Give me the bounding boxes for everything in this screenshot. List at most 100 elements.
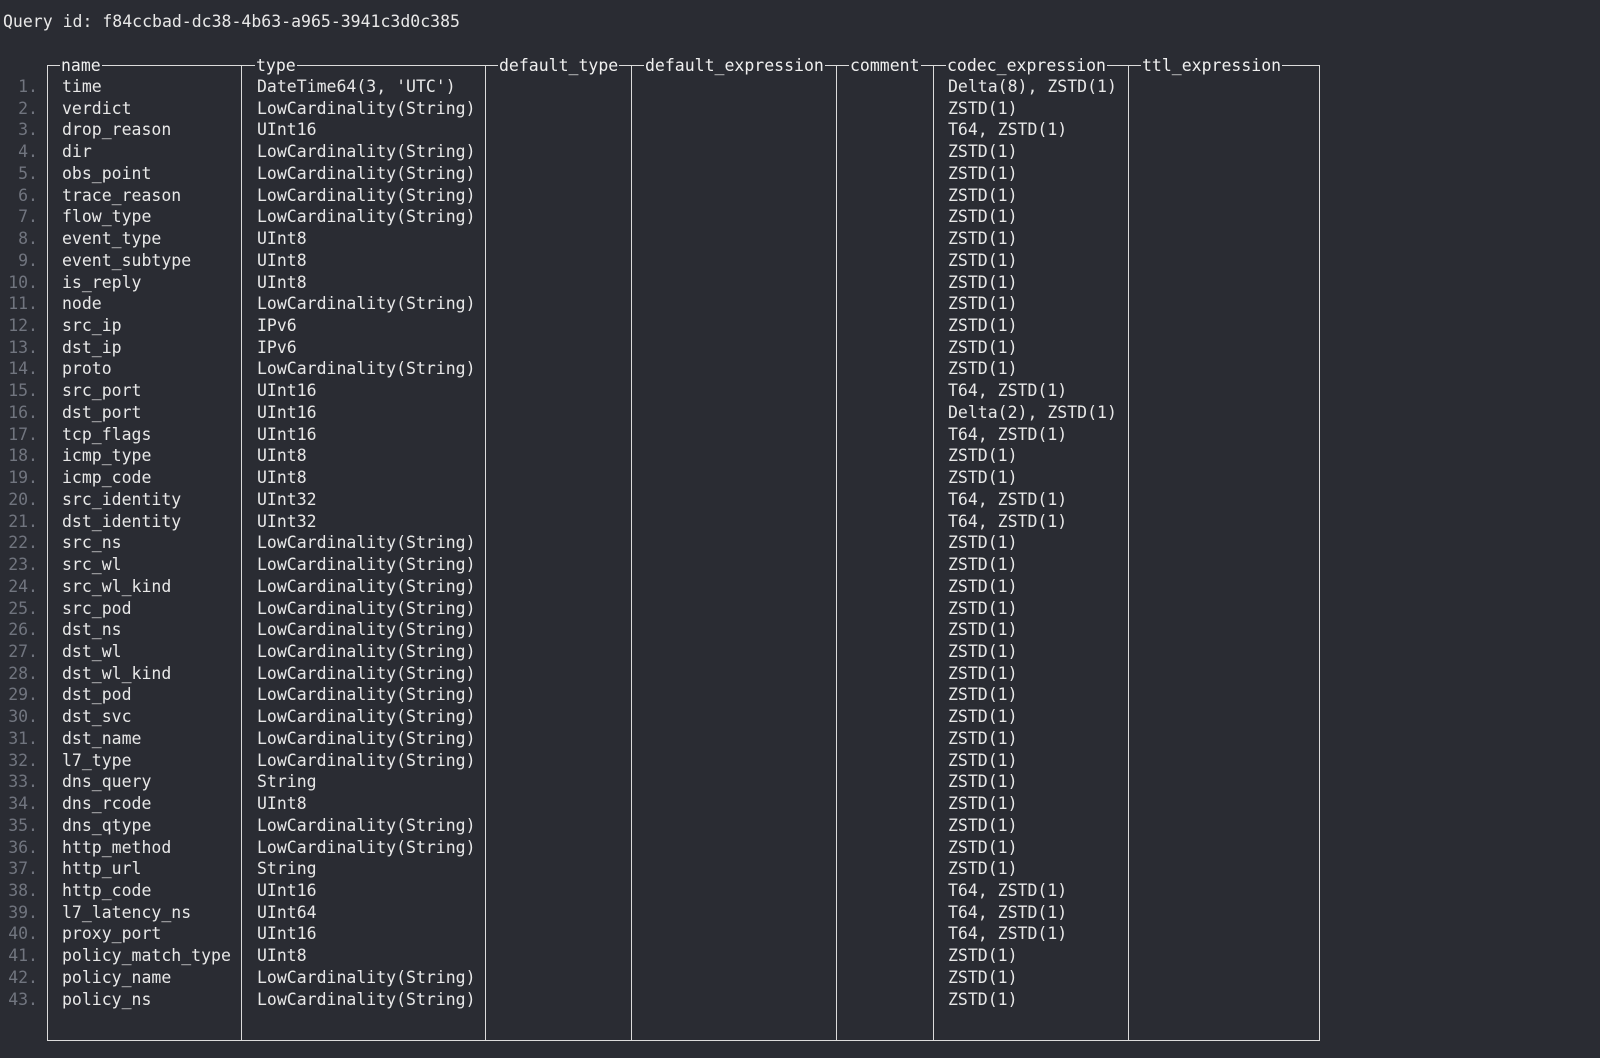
cell-type: LowCardinality(String) xyxy=(257,620,476,640)
row-number: 43. xyxy=(8,989,38,1009)
header-type: type xyxy=(255,54,297,78)
row-number: 15. xyxy=(8,381,38,401)
cell-type: LowCardinality(String) xyxy=(257,555,476,575)
cell-type: LowCardinality(String) xyxy=(257,967,476,987)
cell-codec-expression: ZSTD(1) xyxy=(948,989,1018,1009)
row-number: 13. xyxy=(8,337,38,357)
cell-name: dst_wl_kind xyxy=(62,663,172,683)
column-separator xyxy=(1128,65,1129,1041)
cell-type: LowCardinality(String) xyxy=(257,685,476,705)
cell-name: policy_name xyxy=(62,967,172,987)
row-number: 9. xyxy=(18,250,38,270)
row-number: 39. xyxy=(8,902,38,922)
cell-name: http_method xyxy=(62,837,172,857)
cell-codec-expression: T64, ZSTD(1) xyxy=(948,881,1068,900)
cell-codec-expression: ZSTD(1) xyxy=(948,620,1018,640)
cell-type: LowCardinality(String) xyxy=(257,750,476,770)
cell-type: LowCardinality(String) xyxy=(257,98,476,118)
cell-codec-expression: ZSTD(1) xyxy=(948,294,1018,314)
row-number: 5. xyxy=(18,163,38,183)
cell-name: event_type xyxy=(62,229,162,249)
cell-codec-expression: Delta(8), ZSTD(1) xyxy=(948,77,1117,96)
cell-codec-expression: ZSTD(1) xyxy=(948,794,1018,814)
cell-codec-expression: T64, ZSTD(1) xyxy=(948,511,1068,531)
cell-codec-expression: ZSTD(1) xyxy=(948,685,1018,705)
row-number: 41. xyxy=(8,946,38,966)
header-name: name xyxy=(60,54,102,78)
cell-name: proto xyxy=(62,359,112,379)
cell-codec-expression: ZSTD(1) xyxy=(948,728,1018,748)
cell-codec-expression: ZSTD(1) xyxy=(948,576,1018,596)
cell-type: LowCardinality(String) xyxy=(257,663,476,683)
cell-codec-expression: ZSTD(1) xyxy=(948,185,1018,205)
cell-type: UInt8 xyxy=(257,272,307,292)
cell-name: event_subtype xyxy=(62,250,192,270)
cell-codec-expression: ZSTD(1) xyxy=(948,815,1018,835)
row-number: 20. xyxy=(8,489,38,509)
cell-codec-expression: T64, ZSTD(1) xyxy=(948,381,1068,401)
cell-codec-expression: ZSTD(1) xyxy=(948,772,1018,792)
cell-name: dst_name xyxy=(62,728,142,748)
cell-type: LowCardinality(String) xyxy=(257,815,476,835)
cell-codec-expression: ZSTD(1) xyxy=(948,316,1018,336)
header-codec-expression: codec_expression xyxy=(946,54,1107,78)
cell-type: UInt8 xyxy=(257,946,307,966)
cell-type: UInt8 xyxy=(257,250,307,270)
cell-type: UInt16 xyxy=(257,881,317,900)
cell-type: LowCardinality(String) xyxy=(257,641,476,661)
cell-codec-expression: ZSTD(1) xyxy=(948,750,1018,770)
row-number: 11. xyxy=(8,294,38,314)
cell-name: trace_reason xyxy=(62,185,182,205)
cell-type: UInt32 xyxy=(257,511,317,531)
cell-type: UInt8 xyxy=(257,229,307,249)
cell-codec-expression: Delta(2), ZSTD(1) xyxy=(948,402,1117,422)
cell-name: src_wl_kind xyxy=(62,576,172,596)
cell-name: obs_point xyxy=(62,163,152,183)
cell-name: src_port xyxy=(62,381,142,401)
row-number: 33. xyxy=(8,772,38,792)
cell-type: UInt8 xyxy=(257,468,307,488)
cell-type: LowCardinality(String) xyxy=(257,598,476,618)
cell-name: l7_type xyxy=(62,750,132,770)
cell-type: UInt16 xyxy=(257,381,317,401)
cell-codec-expression: ZSTD(1) xyxy=(948,837,1018,857)
row-number: 8. xyxy=(18,229,38,249)
row-number: 22. xyxy=(8,533,38,553)
cell-type: LowCardinality(String) xyxy=(257,163,476,183)
row-number: 42. xyxy=(8,967,38,987)
row-number: 2. xyxy=(18,98,38,118)
row-number: 17. xyxy=(8,424,38,444)
row-number: 14. xyxy=(8,359,38,379)
cell-codec-expression: ZSTD(1) xyxy=(948,163,1018,183)
row-number: 29. xyxy=(8,685,38,705)
cell-codec-expression: ZSTD(1) xyxy=(948,555,1018,575)
cell-name: src_ns xyxy=(62,533,122,553)
cell-codec-expression: ZSTD(1) xyxy=(948,967,1018,987)
row-number: 36. xyxy=(8,837,38,857)
cell-name: node xyxy=(62,294,102,314)
cell-type: String xyxy=(257,859,317,879)
cell-name: src_pod xyxy=(62,598,132,618)
cell-name: src_ip xyxy=(62,316,122,336)
cell-codec-expression: ZSTD(1) xyxy=(948,142,1018,162)
cell-name: time xyxy=(62,77,102,96)
cell-codec-expression: T64, ZSTD(1) xyxy=(948,424,1068,444)
cell-name: dst_port xyxy=(62,402,142,422)
cell-type: DateTime64(3, 'UTC') xyxy=(257,77,456,96)
cell-type: LowCardinality(String) xyxy=(257,359,476,379)
cell-name: dst_identity xyxy=(62,511,182,531)
column-separator xyxy=(631,65,632,1041)
cell-name: policy_match_type xyxy=(62,946,231,966)
cell-codec-expression: ZSTD(1) xyxy=(948,663,1018,683)
cell-name: policy_ns xyxy=(62,989,152,1009)
row-number: 26. xyxy=(8,620,38,640)
row-number: 28. xyxy=(8,663,38,683)
row-number: 27. xyxy=(8,641,38,661)
cell-codec-expression: ZSTD(1) xyxy=(948,272,1018,292)
column-separator xyxy=(933,65,934,1041)
cell-name: dst_ns xyxy=(62,620,122,640)
cell-name: is_reply xyxy=(62,272,142,292)
cell-codec-expression: ZSTD(1) xyxy=(948,641,1018,661)
cell-codec-expression: ZSTD(1) xyxy=(948,337,1018,357)
cell-name: dns_qtype xyxy=(62,815,152,835)
